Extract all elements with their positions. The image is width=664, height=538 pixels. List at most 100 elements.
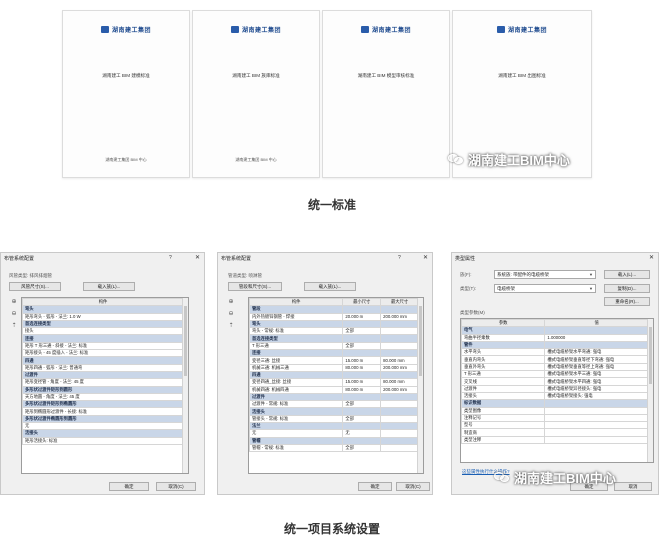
table-cell[interactable]: 制造商 — [461, 428, 546, 437]
table-row[interactable]: 弯曲半径乘数 1.000000 — [461, 333, 649, 342]
table-cell[interactable]: 矩形弯头 - 弧形 - 法兰: 1.0 W — [22, 312, 184, 321]
table-row[interactable]: 管帽 - 常规: 标准 全部 — [249, 443, 419, 453]
table-cell[interactable]: 型号 — [461, 421, 546, 430]
type-select[interactable]: 电缆桥架 ▼ — [494, 284, 596, 293]
delete-row-icon[interactable]: ⊖ — [11, 310, 16, 317]
table-cell[interactable]: 交叉线 — [461, 377, 546, 386]
table-cell[interactable] — [544, 406, 649, 415]
table-row[interactable]: 变径四通_丝接: 丝接 15.000 m 80.000 mm — [249, 378, 419, 387]
table-row[interactable]: 垂直外弯头 槽式电缆桥架垂直等径上弯通: 强电 — [461, 362, 649, 372]
table-cell[interactable]: 矩形活接头: 标准 — [22, 436, 184, 445]
type-parameters-grid[interactable]: 参数 值 电气 弯曲半径乘数 1.000000 管件 水平弯头 槽式电缆桥架水平弯通: 强… — [460, 318, 654, 463]
ok-button[interactable]: 确定 — [358, 482, 392, 491]
table-row[interactable]: 天方地圆 - 角度 - 法兰: 45 度 — [22, 392, 184, 402]
table-cell[interactable]: 全部 — [342, 327, 382, 336]
table-row[interactable]: 垂直内弯头 槽式电缆桥架垂直等径下弯通: 强电 — [461, 355, 649, 364]
table-cell[interactable]: 矩形变径管 - 角度 - 法兰: 45 度 — [22, 378, 184, 387]
table-cell[interactable]: 矩形接头 - 45 度插入 - 法兰: 标准 — [22, 349, 184, 358]
table-cell[interactable]: 机械四通: 机械四通 — [249, 385, 344, 394]
family-select[interactable]: 系统族: 带配件的电缆桥架 ▼ — [494, 270, 596, 279]
table-cell[interactable]: 类型注释 — [461, 435, 546, 445]
table-row[interactable]: 制造商 — [461, 428, 649, 437]
table-cell[interactable]: 管接头 - 常规: 标准 — [249, 414, 344, 424]
table-cell[interactable] — [544, 413, 649, 423]
table-row[interactable]: 交叉线 槽式电缆桥架水平四通: 强电 — [461, 377, 649, 386]
table-cell[interactable]: 槽式电缆桥架异径接头: 强电 — [544, 384, 649, 393]
table-cell[interactable] — [380, 429, 419, 438]
table-cell[interactable]: 槽式电缆桥架垂直等径下弯通: 强电 — [544, 355, 649, 364]
table-cell[interactable]: 无 — [342, 429, 382, 438]
table-row[interactable]: 机械三通: 机械三通 80.000 m 200.000 mm — [249, 363, 419, 372]
help-button[interactable]: ? — [169, 255, 172, 261]
table-cell[interactable]: 80.000 m — [342, 385, 382, 394]
table-cell[interactable]: 全部 — [342, 443, 382, 453]
table-cell[interactable]: 过渡件 - 常规: 标准 — [249, 400, 344, 409]
help-button[interactable]: ? — [398, 255, 401, 261]
cancel-button[interactable]: 取消(C) — [396, 482, 430, 491]
cancel-button[interactable]: 取消(C) — [156, 482, 196, 491]
table-row[interactable]: 活接头 槽式电缆桥架接头: 强电 — [461, 391, 649, 401]
duct-sizes-button[interactable]: 风管尺寸(S)... — [9, 282, 61, 291]
move-up-icon[interactable]: ⇡ — [228, 322, 233, 329]
table-cell[interactable]: 80.000 m — [342, 363, 382, 372]
table-row[interactable]: 注释记号 — [461, 413, 649, 423]
component-grid[interactable]: 构件 弯头 矩形弯头 - 弧形 - 法兰: 1.0 W 首选连接类型 接头 连接 矩形 T… — [21, 297, 189, 474]
table-row[interactable]: 弯头 - 常规: 标准 全部 — [249, 327, 419, 336]
table-cell[interactable]: 槽式电缆桥架垂直等径上弯通: 强电 — [544, 362, 649, 372]
table-cell[interactable] — [544, 421, 649, 430]
table-row[interactable]: 水平弯头 槽式电缆桥架水平弯通: 强电 — [461, 348, 649, 357]
table-cell[interactable]: 无 — [22, 422, 184, 431]
table-cell[interactable]: 天方地圆 - 角度 - 法兰: 45 度 — [22, 392, 184, 402]
table-row[interactable]: T 形三通 全部 — [249, 341, 419, 351]
table-cell[interactable]: 注释记号 — [461, 413, 546, 423]
table-cell[interactable]: 管帽 - 常规: 标准 — [249, 443, 344, 453]
add-row-icon[interactable]: ⊕ — [11, 298, 16, 305]
table-row[interactable]: 矩形变径管 - 角度 - 法兰: 45 度 — [22, 378, 184, 387]
table-cell[interactable]: 接头 — [22, 327, 184, 336]
table-cell[interactable]: 垂直外弯头 — [461, 362, 546, 372]
table-cell[interactable]: 槽式电缆桥架接头: 强电 — [544, 391, 649, 401]
table-row[interactable]: 型号 — [461, 421, 649, 430]
table-cell[interactable]: 200.000 mm — [380, 385, 419, 394]
table-cell[interactable]: 弯曲半径乘数 — [461, 333, 546, 342]
table-cell[interactable]: 变径三通: 丝接 — [249, 356, 344, 365]
component-grid[interactable]: 构件 最小尺寸 最大尺寸 管段 内外热镀锌钢管 - 焊接 20.000 m 200.0… — [248, 297, 424, 474]
table-row[interactable]: 类型注释 — [461, 435, 649, 445]
add-row-icon[interactable]: ⊕ — [228, 298, 233, 305]
table-cell[interactable]: 变径四通_丝接: 丝接 — [249, 378, 344, 387]
table-cell[interactable]: 80.000 mm — [380, 356, 419, 365]
table-row[interactable]: 矩形 T 形三通 - 斜接 - 法兰: 标准 — [22, 341, 184, 351]
table-cell[interactable]: 20.000 m — [342, 312, 382, 321]
table-cell[interactable] — [380, 327, 419, 336]
table-cell[interactable]: 15.000 m — [342, 378, 382, 387]
close-icon[interactable]: ✕ — [423, 254, 428, 261]
table-cell[interactable]: T 形三通 — [461, 370, 546, 379]
table-row[interactable]: 矩形到椭圆形过渡件 - 长接: 标准 — [22, 407, 184, 416]
table-row[interactable]: T 形三通 槽式电缆桥架水平三通: 强电 — [461, 370, 649, 379]
table-cell[interactable]: 活接头 — [461, 391, 546, 401]
table-row[interactable]: 无 — [22, 422, 184, 431]
table-cell[interactable]: 机械三通: 机械三通 — [249, 363, 344, 372]
vertical-scrollbar[interactable] — [417, 298, 423, 473]
table-cell[interactable]: 过渡件 — [461, 384, 546, 393]
table-cell[interactable] — [544, 428, 649, 437]
close-icon[interactable]: ✕ — [649, 254, 654, 261]
table-cell[interactable]: 200.000 mm — [380, 312, 419, 321]
vertical-scrollbar[interactable] — [647, 319, 653, 462]
table-row[interactable]: 机械四通: 机械四通 80.000 m 200.000 mm — [249, 385, 419, 394]
delete-row-icon[interactable]: ⊖ — [228, 310, 233, 317]
table-cell[interactable]: 矩形到椭圆形过渡件 - 长接: 标准 — [22, 407, 184, 416]
table-row[interactable]: 内外热镀锌钢管 - 焊接 20.000 m 200.000 mm — [249, 312, 419, 321]
table-row[interactable]: 矩形接头 - 45 度插入 - 法兰: 标准 — [22, 349, 184, 358]
table-cell[interactable]: 1.000000 — [544, 333, 649, 342]
table-cell[interactable] — [380, 400, 419, 409]
close-icon[interactable]: ✕ — [195, 254, 200, 261]
table-cell[interactable]: 内外热镀锌钢管 - 焊接 — [249, 312, 344, 321]
table-row[interactable]: 无无 — [249, 429, 419, 438]
ok-button[interactable]: 确定 — [109, 482, 149, 491]
table-cell[interactable] — [380, 443, 419, 453]
table-cell[interactable]: 水平弯头 — [461, 348, 546, 357]
load-family-button[interactable]: 载入族(L)... — [83, 282, 135, 291]
table-row[interactable]: 矩形弯头 - 弧形 - 法兰: 1.0 W — [22, 312, 184, 321]
table-cell[interactable]: 槽式电缆桥架水平三通: 强电 — [544, 370, 649, 379]
